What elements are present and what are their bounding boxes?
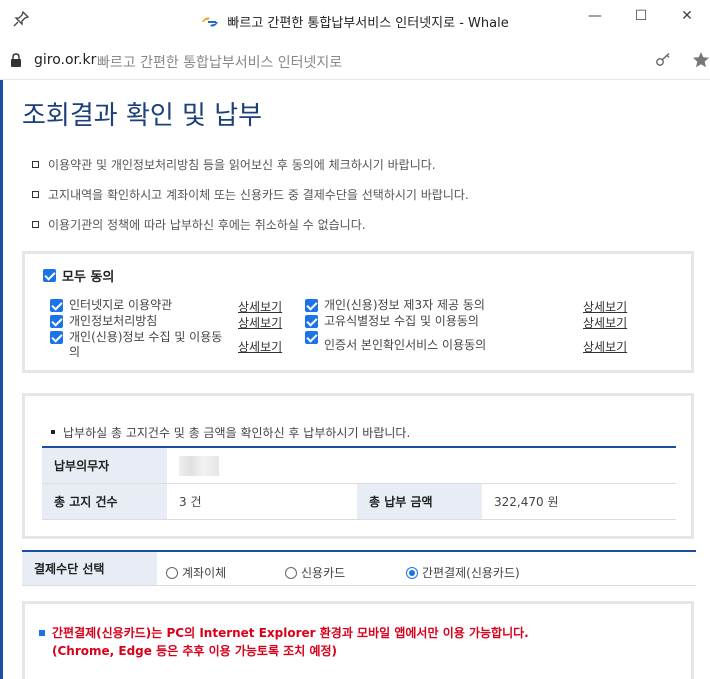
notice-item: 이용기관의 정책에 따라 납부하신 후에는 취소하실 수 없습니다. (30, 218, 690, 248)
bill-count-value: 3 건 (179, 495, 202, 509)
term-label: 인터넷지로 이용약관 (69, 298, 173, 312)
page-title: 조회결과 확인 및 납부 (22, 101, 263, 131)
term-checkbox-service[interactable]: 인터넷지로 이용약관 (50, 298, 172, 313)
checkbox-checked-icon[interactable] (50, 331, 63, 344)
checkbox-checked-icon[interactable] (305, 299, 318, 312)
term-detail-link[interactable]: 상세보기 (238, 314, 282, 331)
checkbox-checked-icon[interactable] (50, 299, 63, 312)
term-detail-link[interactable]: 상세보기 (238, 338, 282, 355)
agree-all-checkbox[interactable]: 모두 동의 (43, 266, 114, 285)
term-detail-link[interactable]: 상세보기 (583, 314, 627, 331)
payment-option-credit-card[interactable]: 신용카드 (285, 564, 345, 581)
warning-line: 간편결제(신용카드)는 PC의 Internet Explorer 환경과 모바… (39, 624, 529, 641)
notice-text: 이용기관의 정책에 따라 납부하신 후에는 취소하실 수 없습니다. (48, 218, 366, 232)
payer-value (167, 448, 676, 483)
square-bullet-icon (32, 161, 39, 168)
site-logo-icon (202, 17, 219, 27)
summary-note: 납부하실 총 고지건수 및 총 금액을 확인하신 후 납부하시기 바랍니다. (51, 424, 410, 441)
easy-pay-notice-box: 간편결제(신용카드)는 PC의 Internet Explorer 환경과 모바… (22, 601, 694, 679)
term-label: 개인정보처리방침 (69, 314, 158, 328)
payment-option-bank-transfer[interactable]: 계좌이체 (166, 564, 226, 581)
agree-all-label: 모두 동의 (62, 270, 115, 285)
url-page-title[interactable]: 빠르고 간편한 통합납부서비스 인터넷지로 (97, 52, 342, 72)
table-row: 총 고지 건수 3 건 총 납부 금액 322,470 원 (42, 484, 676, 520)
notice-text: 이용약관 및 개인정보처리방침 등을 읽어보신 후 동의에 체크하시기 바랍니다… (48, 158, 436, 172)
page-left-accent (0, 80, 3, 679)
term-detail-link[interactable]: 상세보기 (583, 338, 627, 355)
payment-method-header: 결제수단 선택 (22, 552, 157, 585)
term-detail-link[interactable]: 상세보기 (583, 298, 627, 315)
term-checkbox-third-party[interactable]: 개인(신용)정보 제3자 제공 동의 (305, 298, 485, 313)
agreement-box: 모두 동의 인터넷지로 이용약관 상세보기 개인정보처리방침 상세보기 개인(신… (22, 251, 694, 373)
window-title: 빠르고 간편한 통합납부서비스 인터넷지로 - Whale (227, 16, 509, 31)
maximize-button[interactable]: ☐ (618, 0, 664, 32)
checkbox-checked-icon[interactable] (305, 331, 318, 344)
window-controls: — ☐ ✕ (572, 0, 710, 32)
close-button[interactable]: ✕ (664, 0, 710, 32)
checkbox-checked-icon[interactable] (50, 315, 63, 328)
square-bullet-icon (39, 629, 45, 636)
term-label: 고유식별정보 수집 및 이용동의 (324, 314, 479, 328)
notice-item: 이용약관 및 개인정보처리방침 등을 읽어보신 후 동의에 체크하시기 바랍니다… (30, 158, 690, 188)
notice-list: 이용약관 및 개인정보처리방침 등을 읽어보신 후 동의에 체크하시기 바랍니다… (30, 158, 690, 248)
table-row: 납부의무자 (42, 448, 676, 484)
billing-summary-box: 납부하실 총 고지건수 및 총 금액을 확인하신 후 납부하시기 바랍니다. 납… (22, 393, 694, 539)
term-label: 개인(신용)정보 수집 및 이용동의 (69, 330, 223, 359)
lock-icon[interactable] (10, 53, 22, 67)
key-icon[interactable] (654, 52, 672, 68)
minimize-button[interactable]: — (572, 0, 618, 32)
payment-option-label: 간편결제(신용카드) (422, 566, 520, 580)
total-amount-header: 총 납부 금액 (357, 484, 482, 519)
page-content: 조회결과 확인 및 납부 이용약관 및 개인정보처리방침 등을 읽어보신 후 동… (0, 80, 710, 679)
term-checkbox-credit-info-collect[interactable]: 개인(신용)정보 수집 및 이용동의 (50, 330, 225, 360)
browser-titlebar: 빠르고 간편한 통합납부서비스 인터넷지로 - Whale — ☐ ✕ (0, 0, 710, 40)
bill-count-header: 총 고지 건수 (42, 484, 167, 519)
payment-option-label: 신용카드 (301, 566, 346, 580)
notice-item: 고지내역을 확인하시고 계좌이체 또는 신용카드 중 결제수단을 선택하시기 바… (30, 188, 690, 218)
warning-subtext: (Chrome, Edge 등은 추후 이용 가능토록 조치 예정) (52, 644, 338, 658)
checkbox-checked-icon[interactable] (305, 315, 318, 328)
summary-table: 납부의무자 총 고지 건수 3 건 총 납부 금액 322,470 원 (42, 446, 676, 520)
total-amount-value: 322,470 원 (494, 495, 559, 509)
term-detail-link[interactable]: 상세보기 (238, 298, 282, 315)
url-host[interactable]: giro.or.kr (34, 52, 96, 68)
square-bullet-icon (32, 191, 39, 198)
payment-option-easy-pay[interactable]: 간편결제(신용카드) (406, 564, 520, 581)
payment-method-row: 결제수단 선택 계좌이체 신용카드 간편결제(신용카드) (22, 550, 696, 586)
notice-text: 고지내역을 확인하시고 계좌이체 또는 신용카드 중 결제수단을 선택하시기 바… (48, 188, 469, 202)
payer-header: 납부의무자 (42, 448, 167, 483)
summary-note-text: 납부하실 총 고지건수 및 총 금액을 확인하신 후 납부하시기 바랍니다. (63, 426, 411, 440)
term-checkbox-unique-id[interactable]: 고유식별정보 수집 및 이용동의 (305, 314, 479, 329)
warning-text: 간편결제(신용카드)는 PC의 Internet Explorer 환경과 모바… (52, 626, 529, 640)
masked-name (179, 455, 219, 476)
address-bar[interactable]: giro.or.kr 빠르고 간편한 통합납부서비스 인터넷지로 (0, 40, 710, 80)
term-label: 개인(신용)정보 제3자 제공 동의 (324, 298, 485, 312)
term-checkbox-cert-identity[interactable]: 인증서 본인확인서비스 이용동의 (305, 330, 486, 353)
checkbox-checked-icon[interactable] (43, 269, 56, 282)
term-checkbox-privacy-policy[interactable]: 개인정보처리방침 (50, 314, 157, 329)
square-bullet-icon (32, 221, 39, 228)
radio-selected-icon[interactable] (406, 566, 418, 579)
radio-unselected-icon[interactable] (166, 566, 178, 579)
payment-option-label: 계좌이체 (182, 566, 227, 580)
bookmark-star-icon[interactable] (692, 51, 710, 69)
term-label: 인증서 본인확인서비스 이용동의 (324, 338, 487, 352)
radio-unselected-icon[interactable] (285, 566, 297, 579)
square-bullet-icon (51, 430, 55, 434)
